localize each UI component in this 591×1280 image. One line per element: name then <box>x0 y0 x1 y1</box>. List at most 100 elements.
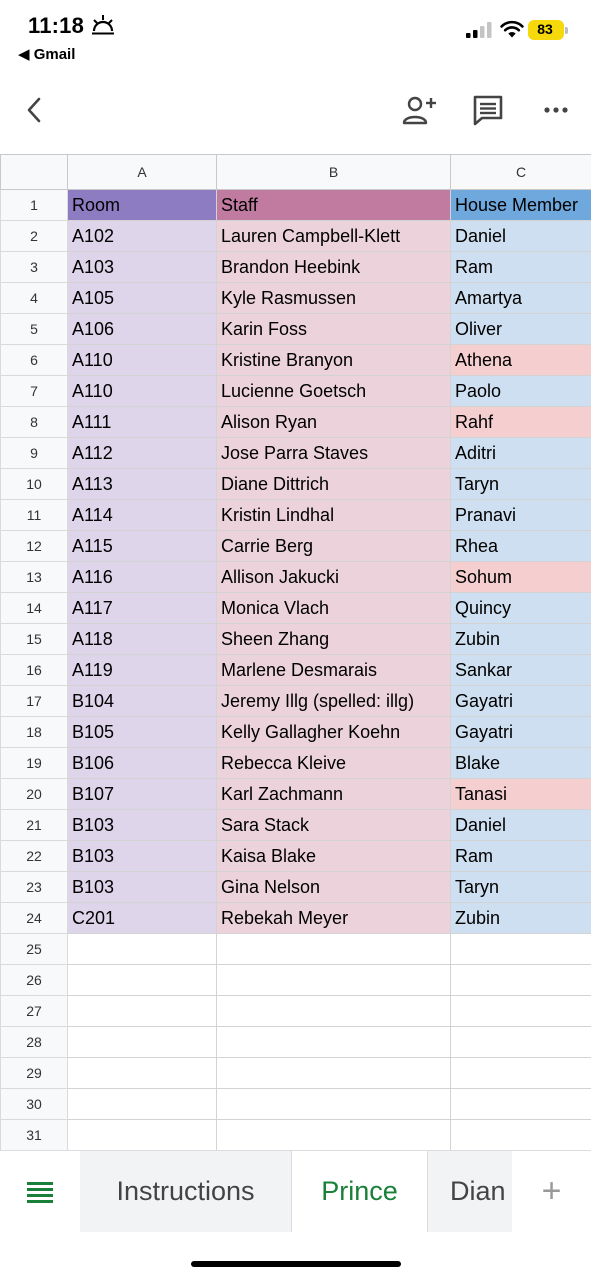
house-member-cell[interactable]: Pranavi <box>450 499 591 531</box>
row-number[interactable]: 23 <box>0 871 68 903</box>
room-cell[interactable]: B103 <box>67 871 217 903</box>
staff-cell[interactable]: Allison Jakucki <box>216 561 451 593</box>
staff-cell[interactable]: Kaisa Blake <box>216 840 451 872</box>
select-all-corner[interactable] <box>0 154 68 190</box>
room-cell[interactable]: C201 <box>67 902 217 934</box>
row-number[interactable]: 10 <box>0 468 68 500</box>
house-member-cell[interactable]: Paolo <box>450 375 591 407</box>
comment-icon[interactable] <box>466 88 510 132</box>
tab-dian[interactable]: Dian <box>428 1151 512 1232</box>
house-member-cell[interactable]: Rahf <box>450 406 591 438</box>
room-cell[interactable]: B107 <box>67 778 217 810</box>
staff-cell[interactable]: Gina Nelson <box>216 871 451 903</box>
house-member-cell[interactable]: Oliver <box>450 313 591 345</box>
room-cell[interactable]: A103 <box>67 251 217 283</box>
house-member-cell[interactable]: Sohum <box>450 561 591 593</box>
row-number[interactable]: 11 <box>0 499 68 531</box>
tab-instructions[interactable]: Instructions <box>80 1151 291 1232</box>
add-person-icon[interactable] <box>398 88 442 132</box>
empty-cell[interactable] <box>67 995 217 1027</box>
house-member-cell[interactable]: Amartya <box>450 282 591 314</box>
home-indicator[interactable] <box>191 1261 401 1267</box>
staff-cell[interactable]: Lauren Campbell-Klett <box>216 220 451 252</box>
empty-cell[interactable] <box>450 933 591 965</box>
empty-cell[interactable] <box>67 964 217 996</box>
row-number[interactable]: 22 <box>0 840 68 872</box>
row-number[interactable]: 4 <box>0 282 68 314</box>
empty-cell[interactable] <box>450 1026 591 1058</box>
room-cell[interactable]: A110 <box>67 344 217 376</box>
empty-cell[interactable] <box>216 1026 451 1058</box>
row-number[interactable]: 25 <box>0 933 68 965</box>
staff-cell[interactable]: Kyle Rasmussen <box>216 282 451 314</box>
empty-cell[interactable] <box>450 1119 591 1151</box>
empty-cell[interactable] <box>67 1119 217 1151</box>
house-member-cell[interactable]: Sankar <box>450 654 591 686</box>
row-number[interactable]: 3 <box>0 251 68 283</box>
house-member-cell[interactable]: Daniel <box>450 809 591 841</box>
row-number[interactable]: 13 <box>0 561 68 593</box>
staff-cell[interactable]: Lucienne Goetsch <box>216 375 451 407</box>
row-number[interactable]: 21 <box>0 809 68 841</box>
empty-cell[interactable] <box>67 1088 217 1120</box>
room-cell[interactable]: B104 <box>67 685 217 717</box>
house-member-cell[interactable]: Athena <box>450 344 591 376</box>
room-cell[interactable]: A111 <box>67 406 217 438</box>
staff-cell[interactable]: Monica Vlach <box>216 592 451 624</box>
row-number[interactable]: 2 <box>0 220 68 252</box>
empty-cell[interactable] <box>450 1088 591 1120</box>
room-header-cell[interactable]: Room <box>67 189 217 221</box>
room-cell[interactable]: A113 <box>67 468 217 500</box>
row-number[interactable]: 5 <box>0 313 68 345</box>
room-cell[interactable]: A105 <box>67 282 217 314</box>
staff-cell[interactable]: Diane Dittrich <box>216 468 451 500</box>
room-cell[interactable]: A118 <box>67 623 217 655</box>
house-member-cell[interactable]: Ram <box>450 840 591 872</box>
staff-cell[interactable]: Rebecca Kleive <box>216 747 451 779</box>
room-cell[interactable]: A106 <box>67 313 217 345</box>
row-number[interactable]: 9 <box>0 437 68 469</box>
empty-cell[interactable] <box>216 933 451 965</box>
add-sheet-button[interactable]: + <box>512 1151 591 1232</box>
staff-cell[interactable]: Alison Ryan <box>216 406 451 438</box>
room-cell[interactable]: B105 <box>67 716 217 748</box>
empty-cell[interactable] <box>216 964 451 996</box>
house-member-cell[interactable]: Rhea <box>450 530 591 562</box>
house-member-cell[interactable]: Quincy <box>450 592 591 624</box>
row-number[interactable]: 17 <box>0 685 68 717</box>
house-member-header-cell[interactable]: House Member <box>450 189 591 221</box>
empty-cell[interactable] <box>450 964 591 996</box>
empty-cell[interactable] <box>216 1057 451 1089</box>
staff-cell[interactable]: Kristin Lindhal <box>216 499 451 531</box>
empty-cell[interactable] <box>67 1057 217 1089</box>
back-icon[interactable] <box>12 88 56 132</box>
column-header-b[interactable]: B <box>216 154 451 190</box>
staff-cell[interactable]: Jeremy Illg (spelled: illg) <box>216 685 451 717</box>
more-icon[interactable] <box>534 88 578 132</box>
row-number[interactable]: 29 <box>0 1057 68 1089</box>
all-sheets-menu-icon[interactable] <box>0 1151 80 1232</box>
row-number[interactable]: 30 <box>0 1088 68 1120</box>
staff-cell[interactable]: Sheen Zhang <box>216 623 451 655</box>
house-member-cell[interactable]: Taryn <box>450 871 591 903</box>
row-number[interactable]: 19 <box>0 747 68 779</box>
row-number[interactable]: 15 <box>0 623 68 655</box>
staff-cell[interactable]: Karl Zachmann <box>216 778 451 810</box>
house-member-cell[interactable]: Daniel <box>450 220 591 252</box>
row-number[interactable]: 8 <box>0 406 68 438</box>
room-cell[interactable]: A119 <box>67 654 217 686</box>
room-cell[interactable]: B103 <box>67 840 217 872</box>
staff-cell[interactable]: Kelly Gallagher Koehn <box>216 716 451 748</box>
room-cell[interactable]: A112 <box>67 437 217 469</box>
staff-cell[interactable]: Brandon Heebink <box>216 251 451 283</box>
staff-cell[interactable]: Karin Foss <box>216 313 451 345</box>
room-cell[interactable]: A102 <box>67 220 217 252</box>
row-number[interactable]: 14 <box>0 592 68 624</box>
house-member-cell[interactable]: Tanasi <box>450 778 591 810</box>
staff-cell[interactable]: Sara Stack <box>216 809 451 841</box>
staff-cell[interactable]: Kristine Branyon <box>216 344 451 376</box>
house-member-cell[interactable]: Aditri <box>450 437 591 469</box>
row-number[interactable]: 28 <box>0 1026 68 1058</box>
row-number[interactable]: 26 <box>0 964 68 996</box>
empty-cell[interactable] <box>67 1026 217 1058</box>
